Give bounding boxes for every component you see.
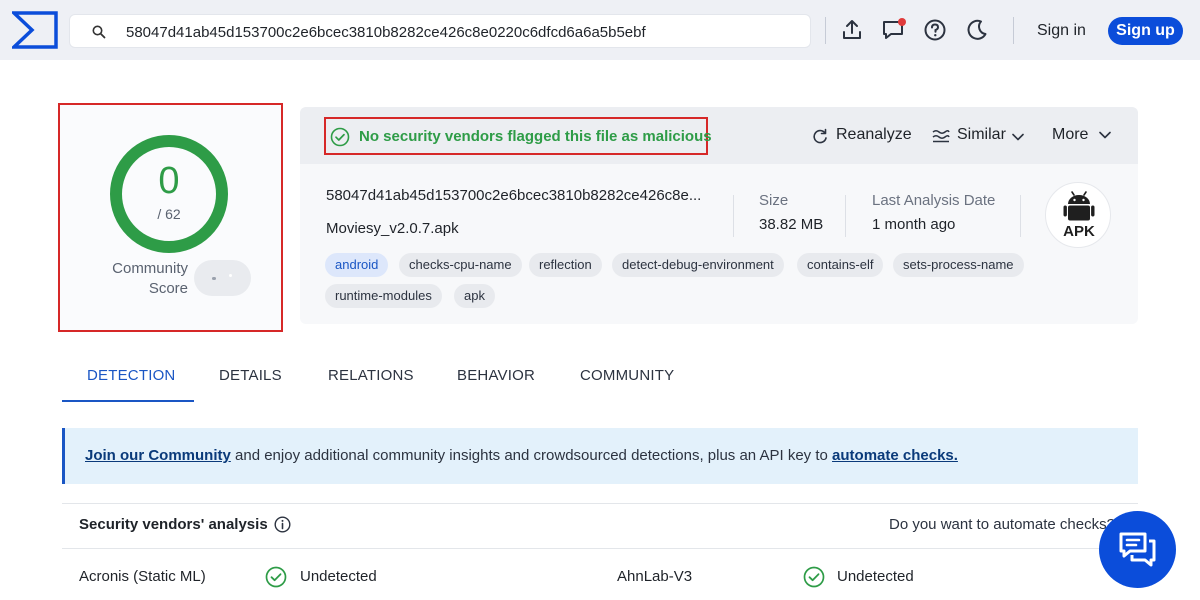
score-dot [229,274,232,277]
community-score-indicator [194,260,251,296]
detection-total: / 62 [157,206,181,222]
size-value: 38.82 MB [759,216,824,233]
notification-dot [898,18,906,26]
vendor-name: Acronis (Static ML) [79,568,206,585]
search-icon [92,25,106,39]
tab-behavior[interactable]: BEHAVIOR [457,367,535,384]
automate-question-link[interactable]: Do you want to automate checks? [889,516,1115,533]
apk-text: APK [1063,223,1095,240]
tag-runtime-modules[interactable]: runtime-modules [325,284,442,308]
automate-checks-link[interactable]: automate checks. [832,447,958,464]
sign-up-button[interactable]: Sign up [1108,17,1183,45]
tab-detection[interactable]: DETECTION [87,367,175,384]
vendor-result: Undetected [837,568,914,585]
android-apk-icon: APK [1063,191,1095,240]
file-type-badge: APK [1045,182,1111,248]
active-tab-indicator [62,400,194,402]
more-dropdown[interactable]: More [1052,126,1116,146]
tab-community[interactable]: COMMUNITY [580,367,674,384]
tag-android[interactable]: android [325,253,389,277]
detection-count: 0 [158,160,180,202]
search-input[interactable] [126,21,796,43]
virustotal-logo-icon[interactable] [9,11,58,49]
reanalyze-button[interactable]: Reanalyze [812,126,922,146]
tag-contains-elf[interactable]: contains-elf [797,253,884,277]
check-circle-icon [330,127,350,147]
file-name: Moviesy_v2.0.7.apk [326,220,459,237]
feedback-icon[interactable] [881,17,907,43]
panel-header: No security vendors flagged this file as… [300,107,1138,164]
community-banner: Join our Community and enjoy additional … [62,428,1138,484]
size-label: Size [759,192,789,209]
tab-relations[interactable]: RELATIONS [328,367,414,384]
divider [1020,195,1021,237]
detection-score-box: 0 / 62 Community Score [58,103,283,332]
file-info-panel: No security vendors flagged this file as… [300,107,1138,324]
info-icon[interactable] [274,516,291,533]
join-community-link[interactable]: Join our Community [85,447,231,464]
tag-reflection[interactable]: reflection [529,253,602,277]
last-analysis-value: 1 month ago [872,216,956,233]
divider [1013,17,1014,44]
help-icon[interactable] [922,17,948,43]
tag-detect-debug-environment[interactable]: detect-debug-environment [612,253,784,277]
divider [825,17,826,44]
vendor-result: Undetected [300,568,377,585]
sign-in-link[interactable]: Sign in [1027,17,1096,45]
refresh-icon [813,128,827,144]
dark-mode-icon[interactable] [964,17,990,43]
tag-apk[interactable]: apk [454,284,495,308]
search-bar[interactable] [69,14,811,48]
chat-icon [1119,532,1156,567]
top-bar: Sign in Sign up [0,0,1200,60]
similar-dropdown[interactable]: Similar [932,126,1028,146]
divider [62,503,1138,504]
check-circle-icon [265,566,287,588]
similar-icon [932,130,950,143]
chevron-down-icon [1099,131,1111,139]
file-hash[interactable]: 58047d41ab45d153700c2e6bcec3810b8282ce42… [326,187,701,204]
score-dot [212,277,216,280]
tag-checks-cpu-name[interactable]: checks-cpu-name [399,253,522,277]
vendor-name: AhnLab-V3 [617,568,693,585]
tab-details[interactable]: DETAILS [219,367,282,384]
vendors-title: Security vendors' analysis [79,516,268,533]
last-analysis-label: Last Analysis Date [872,192,996,209]
tag-sets-process-name[interactable]: sets-process-name [893,253,1024,277]
banner-text: Join our Community and enjoy additional … [85,447,958,464]
divider [62,548,1138,549]
verdict-banner: No security vendors flagged this file as… [324,117,712,155]
upload-icon[interactable] [839,17,865,43]
divider [733,195,734,237]
check-circle-icon [803,566,825,588]
community-score-label: Community Score [112,260,188,297]
chat-button[interactable] [1099,511,1176,588]
verdict-text: No security vendors flagged this file as… [359,128,712,145]
chevron-down-icon [1012,133,1024,141]
divider [845,195,846,237]
